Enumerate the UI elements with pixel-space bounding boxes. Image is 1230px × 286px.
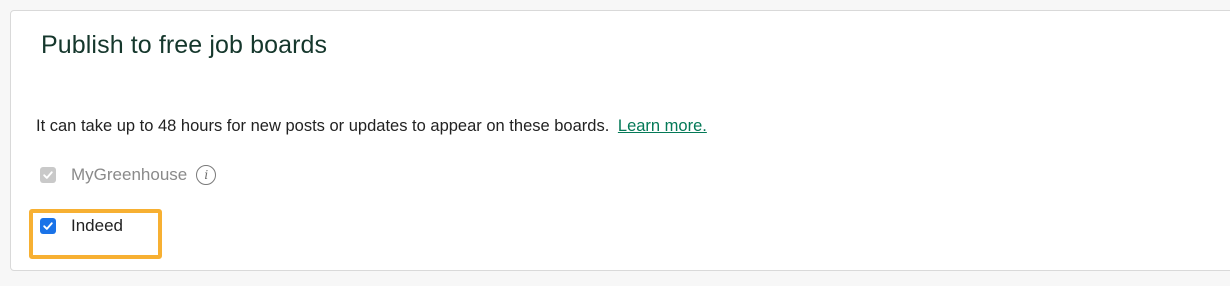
indeed-checkbox[interactable] [40,218,56,234]
info-text-content: It can take up to 48 hours for new posts… [36,117,610,135]
job-boards-card: Publish to free job boards It can take u… [10,10,1230,271]
mygreenhouse-label: MyGreenhouse [71,165,188,184]
checkmark-icon [43,171,53,179]
card-title: Publish to free job boards [41,31,328,59]
info-text: It can take up to 48 hours for new posts… [36,117,707,136]
board-option-indeed[interactable]: Indeed [40,216,123,236]
info-icon[interactable]: i [196,165,217,185]
learn-more-link[interactable]: Learn more. [618,117,707,135]
mygreenhouse-checkbox [40,167,56,183]
board-option-mygreenhouse: MyGreenhouse i [40,165,217,185]
indeed-label: Indeed [71,216,123,235]
checkmark-icon [43,222,53,230]
